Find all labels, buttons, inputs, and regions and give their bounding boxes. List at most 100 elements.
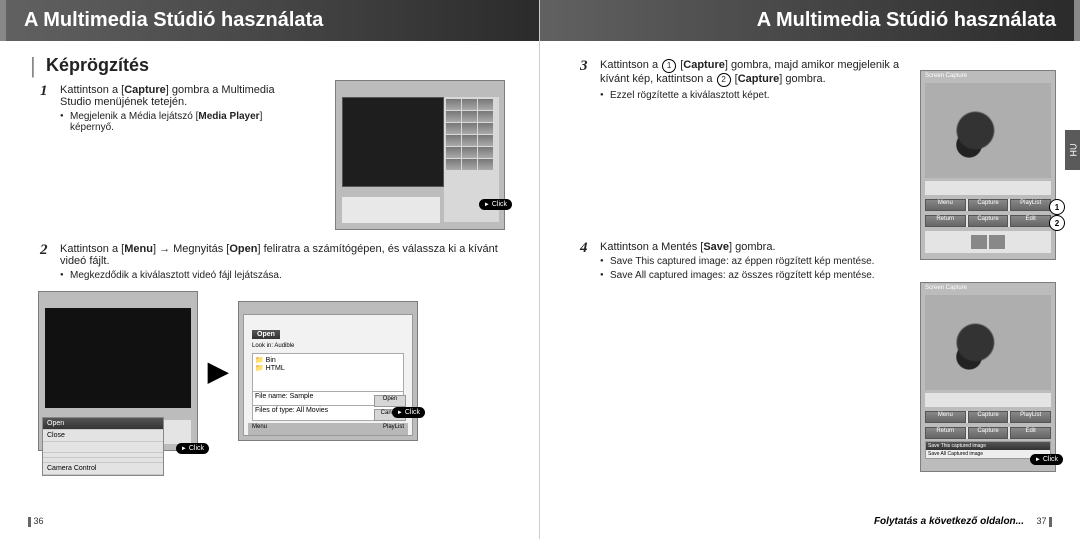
thumb [478, 111, 493, 122]
step-bullet: Save This captured image: az éppen rögzí… [600, 256, 904, 267]
button-row-2: Return Capture Edit [925, 215, 1051, 227]
video-area [342, 97, 444, 187]
thumb [478, 147, 493, 158]
button-row-2: Return Capture Edit [925, 427, 1051, 439]
click-callout: Click [1030, 454, 1063, 465]
t: Save [703, 241, 729, 253]
mini-thumb [971, 235, 987, 249]
step2-screenshots: Open Close Camera Control Click ▶ Open L… [38, 291, 539, 451]
callout-2: 2 [1049, 215, 1065, 231]
circle-2: 2 [717, 73, 731, 87]
thumb [446, 159, 461, 170]
step-bullet: Ezzel rögzítette a kiválasztott képet. [600, 90, 904, 101]
thumb-row [925, 231, 1051, 253]
button-row-1: Menu Capture PlayList [925, 411, 1051, 423]
capture-button-2[interactable]: Capture [968, 427, 1009, 439]
capture-button[interactable]: Capture [968, 411, 1009, 423]
thumb [446, 135, 461, 146]
thumb [462, 111, 477, 122]
folder-html[interactable]: 📁 HTML [255, 364, 401, 372]
step-number: 1 [40, 83, 48, 100]
video-area [45, 308, 191, 408]
bold: Capture [124, 84, 166, 96]
player-controls [925, 393, 1051, 407]
screen-capture-panel-1: Screen Capture Menu Capture PlayList 1 R… [920, 70, 1056, 260]
arrow-right-icon: ▶ [208, 356, 228, 387]
menu-button[interactable]: Menu [925, 199, 966, 211]
edit-button[interactable]: Edit [1010, 427, 1051, 439]
thumb [446, 99, 461, 110]
open-button[interactable]: Open [374, 395, 406, 407]
video-area [925, 83, 1051, 178]
return-button[interactable]: Return [925, 215, 966, 227]
language-tab: HU [1065, 130, 1080, 170]
thumb [462, 147, 477, 158]
page-36: A Multimedia Stúdió használata Képrögzít… [0, 0, 540, 539]
t: Kattintson a [ [60, 243, 124, 255]
t: ] gombra. [779, 73, 825, 85]
page-number: 37 [1036, 516, 1052, 527]
thumb [462, 123, 477, 134]
open-dialog-screenshot: Open Look in: Audible 📁 Bin 📁 HTML File … [238, 301, 418, 441]
video-frame-dog [925, 295, 1051, 390]
edit-button[interactable]: Edit [1010, 215, 1051, 227]
click-callout: Click [176, 443, 209, 454]
t: Capture [738, 73, 780, 85]
open-heading: Open [252, 330, 280, 339]
menu-item-open[interactable]: Open [43, 418, 163, 430]
page-header: A Multimedia Stúdió használata [0, 0, 539, 41]
save-this-item[interactable]: Save This captured image [926, 442, 1050, 450]
step-4: 4 Kattintson a Mentés [Save] gombra. Sav… [578, 241, 904, 281]
playlist-button[interactable]: PlayList [1010, 411, 1051, 423]
menu-label[interactable]: Menu [252, 424, 267, 430]
panel-title: Screen Capture [925, 73, 967, 79]
mini-thumb [989, 235, 1005, 249]
t: Capture [683, 59, 725, 71]
capture-button-2[interactable]: Capture [968, 215, 1009, 227]
spread: A Multimedia Stúdió használata Képrögzít… [0, 0, 1080, 539]
menu-item-camera-control[interactable]: Camera Control [43, 463, 163, 475]
dialog-window: Open Look in: Audible 📁 Bin 📁 HTML File … [243, 314, 413, 436]
step-number: 2 [40, 242, 48, 259]
return-button[interactable]: Return [925, 427, 966, 439]
section-title: Képrögzítés [0, 41, 539, 84]
t: ] → Megnyitás [ [153, 243, 229, 255]
video-frame-dog [925, 83, 1051, 178]
t: Kattintson a Mentés [ [600, 241, 703, 253]
panel-title: Screen Capture [925, 285, 967, 291]
button-row-1: Menu Capture PlayList [925, 199, 1051, 211]
thumb [462, 135, 477, 146]
step-1: 1 Kattintson a [Capture] gombra a Multim… [38, 84, 300, 133]
thumb [446, 147, 461, 158]
thumbs [444, 97, 499, 172]
step-number: 3 [580, 58, 588, 75]
capture-button[interactable]: Capture [968, 199, 1009, 211]
thumb [446, 111, 461, 122]
circle-1: 1 [662, 59, 676, 73]
t: Open [229, 243, 257, 255]
thumb [478, 123, 493, 134]
player-controls [342, 197, 440, 223]
click-callout: Click [392, 407, 425, 418]
menu-item-close[interactable]: Close [43, 430, 163, 442]
playlist-button[interactable]: PlayList [1010, 199, 1051, 211]
t: Kattintson a [600, 59, 661, 71]
menu-popup: Open Close Camera Control [42, 417, 164, 476]
step-bullet: Megkezdődik a kiválasztott videó fájl le… [60, 270, 515, 281]
lookin-label: Look in: Audible [252, 343, 294, 349]
menu-sep [43, 442, 163, 453]
step-3: 3 Kattintson a 1 [Capture] gombra, majd … [578, 59, 904, 101]
page-number: 36 [28, 516, 44, 527]
playlist-label[interactable]: PlayList [383, 424, 404, 430]
folder-bin[interactable]: 📁 Bin [255, 356, 401, 364]
t: Megjelenik a Média lejátszó [ [70, 111, 198, 122]
menu-button[interactable]: Menu [925, 411, 966, 423]
step-number: 4 [580, 240, 588, 257]
step-bullet: Megjelenik a Média lejátszó [Media Playe… [60, 111, 300, 133]
callout-1: 1 [1049, 199, 1065, 215]
content: 1 Kattintson a [Capture] gombra a Multim… [0, 84, 539, 281]
dialog-footer: Menu PlayList [248, 423, 408, 435]
thumb [478, 159, 493, 170]
t: Media Player [198, 111, 259, 122]
thumb [462, 159, 477, 170]
